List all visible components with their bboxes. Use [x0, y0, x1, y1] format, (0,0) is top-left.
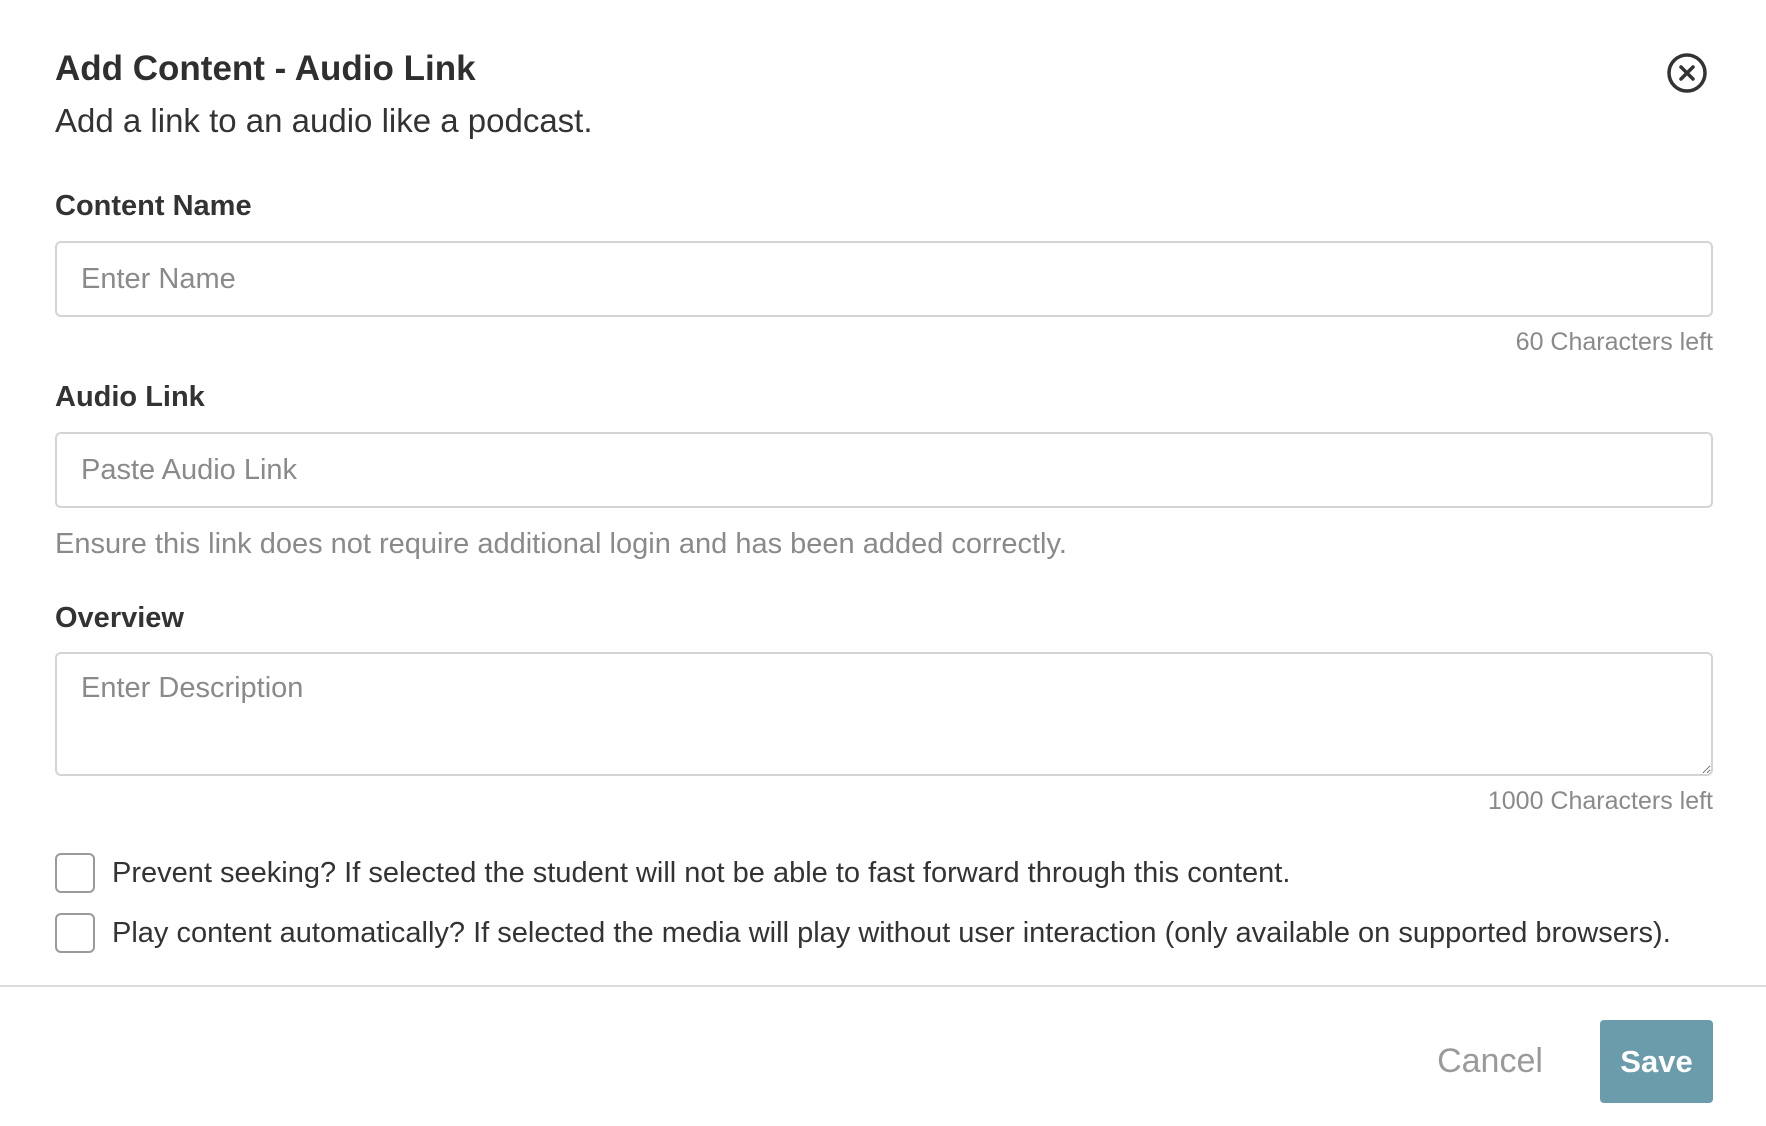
content-name-char-count: 60 Characters left — [1515, 328, 1713, 356]
cancel-button[interactable]: Cancel — [1430, 1021, 1550, 1101]
footer-divider — [0, 985, 1766, 987]
overview-textarea[interactable] — [55, 652, 1713, 776]
content-name-input[interactable] — [55, 241, 1713, 317]
autoplay-option: Play content automatically? If selected … — [55, 913, 1671, 953]
save-button[interactable]: Save — [1600, 1020, 1713, 1103]
close-circle-icon — [1666, 52, 1708, 94]
overview-label: Overview — [55, 602, 184, 634]
audio-link-input[interactable] — [55, 432, 1713, 508]
dialog-subtitle: Add a link to an audio like a podcast. — [55, 102, 593, 139]
close-button[interactable] — [1666, 52, 1708, 94]
autoplay-checkbox[interactable] — [55, 913, 95, 953]
audio-link-label: Audio Link — [55, 381, 205, 413]
dialog-header: Add Content - Audio Link Add a link to a… — [55, 48, 1711, 142]
autoplay-label: Play content automatically? If selected … — [112, 917, 1671, 949]
prevent-seeking-checkbox[interactable] — [55, 853, 95, 893]
audio-link-help-text: Ensure this link does not require additi… — [55, 528, 1067, 560]
add-content-dialog: Add Content - Audio Link Add a link to a… — [0, 0, 1766, 1126]
prevent-seeking-option: Prevent seeking? If selected the student… — [55, 853, 1290, 893]
overview-char-count: 1000 Characters left — [1487, 787, 1713, 815]
content-name-label: Content Name — [55, 190, 252, 222]
prevent-seeking-label: Prevent seeking? If selected the student… — [112, 857, 1291, 889]
dialog-title: Add Content - Audio Link — [55, 49, 476, 88]
